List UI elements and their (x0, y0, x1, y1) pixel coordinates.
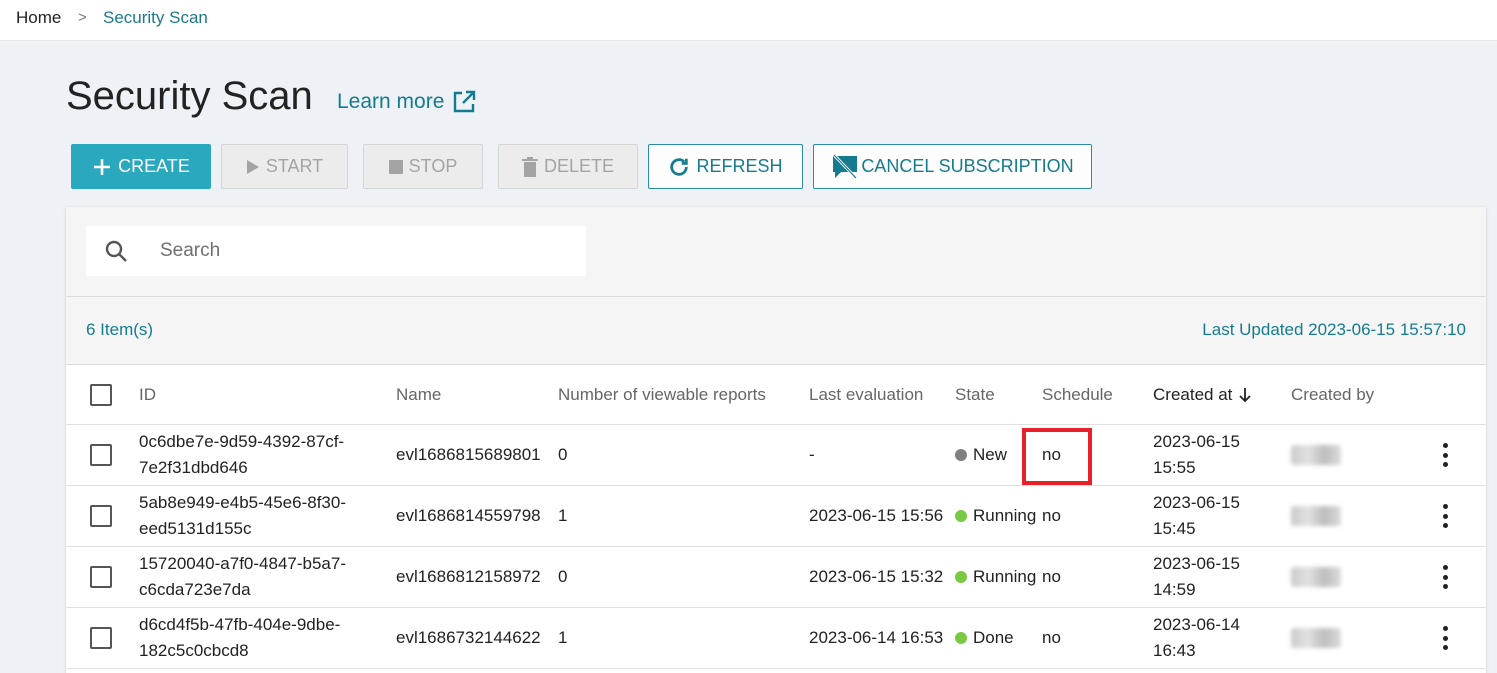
search-box[interactable] (86, 226, 586, 276)
blurred-user (1291, 445, 1341, 465)
column-header-created-at[interactable]: Created at (1153, 365, 1252, 424)
row-id: 0c6dbe7e-9d59-4392-87cf- 7e2f31dbd646 (139, 432, 345, 477)
create-button[interactable]: CREATE (71, 144, 211, 189)
table-row[interactable]: 5ab8e949-e4b5-45e6-8f30- eed5131d155c evl… (66, 486, 1486, 547)
row-id: 5ab8e949-e4b5-45e6-8f30- eed5131d155c (139, 493, 347, 538)
column-header-last-evaluation[interactable]: Last evaluation (809, 365, 923, 424)
row-created-at: 2023-06-14 16:43 (1153, 615, 1240, 660)
create-label: CREATE (118, 156, 190, 176)
search-input[interactable] (160, 240, 560, 262)
state-dot (955, 571, 967, 583)
row-checkbox[interactable] (90, 566, 112, 588)
row-name: evl1686814559798 (396, 506, 541, 525)
search-icon (104, 238, 130, 264)
delete-button[interactable]: DELETE (498, 144, 638, 189)
column-header-name[interactable]: Name (396, 365, 441, 424)
row-last-evaluation: 2023-06-15 15:32 (809, 567, 944, 586)
row-reports: 1 (558, 506, 568, 525)
refresh-label: REFRESH (696, 156, 783, 176)
row-id: d6cd4f5b-47fb-404e-9dbe- 182c5c0cbcd8 (139, 615, 341, 660)
breadcrumb-current[interactable]: Security Scan (103, 8, 208, 28)
plus-icon (94, 158, 111, 175)
row-menu-button[interactable] (1436, 504, 1454, 528)
item-count: 6 Item(s) (86, 320, 154, 339)
row-schedule: no (1042, 567, 1061, 586)
delete-label: DELETE (543, 156, 615, 176)
row-menu-button[interactable] (1436, 443, 1454, 467)
row-id: 15720040-a7f0-4847-b5a7- c6cda723e7da (139, 554, 347, 599)
blurred-user (1291, 567, 1341, 587)
stop-button[interactable]: STOP (363, 144, 483, 189)
row-last-evaluation: - (809, 445, 815, 464)
row-state: New (955, 425, 1007, 485)
row-created-by (1291, 608, 1341, 668)
column-header-schedule[interactable]: Schedule (1042, 365, 1113, 424)
row-checkbox[interactable] (90, 627, 112, 649)
summary-bar: 6 Item(s) Last Updated 2023-06-15 15:57:… (66, 297, 1486, 365)
column-header-created-at-label: Created at (1153, 384, 1233, 404)
blurred-user (1291, 628, 1341, 648)
row-menu-button[interactable] (1436, 565, 1454, 589)
search-area (66, 207, 1486, 297)
refresh-button[interactable]: REFRESH (648, 144, 803, 189)
learn-more-link[interactable]: Learn more (337, 90, 476, 114)
table-row[interactable]: d6cd4f5b-47fb-404e-9dbe- 182c5c0cbcd8 evl… (66, 608, 1486, 669)
row-created-at: 2023-06-15 15:55 (1153, 432, 1240, 477)
row-created-by (1291, 486, 1341, 546)
row-last-evaluation: 2023-06-14 16:53 (809, 628, 944, 647)
cancel-subscription-button[interactable]: CANCEL SUBSCRIPTION (813, 144, 1092, 189)
column-header-created-by[interactable]: Created by (1291, 365, 1374, 424)
last-updated: Last Updated 2023-06-15 15:57:10 (1202, 320, 1466, 339)
breadcrumb-home[interactable]: Home (16, 8, 61, 28)
arrow-down-icon (1239, 387, 1252, 402)
external-link-icon (454, 90, 476, 113)
play-icon (246, 159, 259, 174)
stop-icon (388, 159, 403, 174)
row-name: evl1686812158972 (396, 567, 541, 586)
row-checkbox[interactable] (90, 505, 112, 527)
column-header-reports[interactable]: Number of viewable reports (558, 365, 766, 424)
start-button[interactable]: START (221, 144, 348, 189)
column-header-state[interactable]: State (955, 365, 995, 424)
row-schedule: no (1042, 628, 1061, 647)
row-last-evaluation: 2023-06-15 15:56 (809, 506, 944, 525)
row-created-by (1291, 425, 1341, 485)
refresh-icon (670, 157, 689, 176)
row-state: Done (955, 608, 1014, 668)
highlight-box (1022, 428, 1092, 485)
row-reports: 1 (558, 628, 568, 647)
table-row[interactable]: 15720040-a7f0-4847-b5a7- c6cda723e7da evl… (66, 547, 1486, 608)
page-title: Security Scan (66, 74, 313, 118)
table-row[interactable]: 0c6dbe7e-9d59-4392-87cf- 7e2f31dbd646 evl… (66, 425, 1486, 486)
start-label: START (265, 156, 324, 176)
row-created-at: 2023-06-15 15:45 (1153, 493, 1240, 538)
trash-icon (521, 156, 538, 177)
state-dot (955, 632, 967, 644)
column-header-id[interactable]: ID (139, 365, 389, 424)
row-reports: 0 (558, 445, 568, 464)
row-name: evl1686732144622 (396, 628, 541, 647)
table-header: ID Name Number of viewable reports Last … (66, 365, 1486, 425)
row-created-at: 2023-06-15 14:59 (1153, 554, 1240, 599)
row-reports: 0 (558, 567, 568, 586)
scan-list-panel: 6 Item(s) Last Updated 2023-06-15 15:57:… (66, 207, 1486, 673)
row-state: Running (955, 486, 1036, 546)
row-name: evl1686815689801 (396, 445, 541, 464)
row-schedule: no (1042, 506, 1061, 525)
state-dot (955, 449, 967, 461)
comment-slash-icon (833, 153, 858, 179)
breadcrumb: Home > Security Scan (0, 0, 1497, 41)
cancel-subscription-label: CANCEL SUBSCRIPTION (861, 156, 1074, 176)
learn-more-label: Learn more (337, 90, 445, 113)
blurred-user (1291, 506, 1341, 526)
select-all-checkbox[interactable] (90, 383, 112, 406)
row-state: Running (955, 547, 1036, 607)
row-created-by (1291, 547, 1341, 607)
breadcrumb-separator: > (78, 9, 87, 26)
stop-label: STOP (408, 156, 458, 176)
row-checkbox[interactable] (90, 444, 112, 466)
row-menu-button[interactable] (1436, 626, 1454, 650)
state-dot (955, 510, 967, 522)
